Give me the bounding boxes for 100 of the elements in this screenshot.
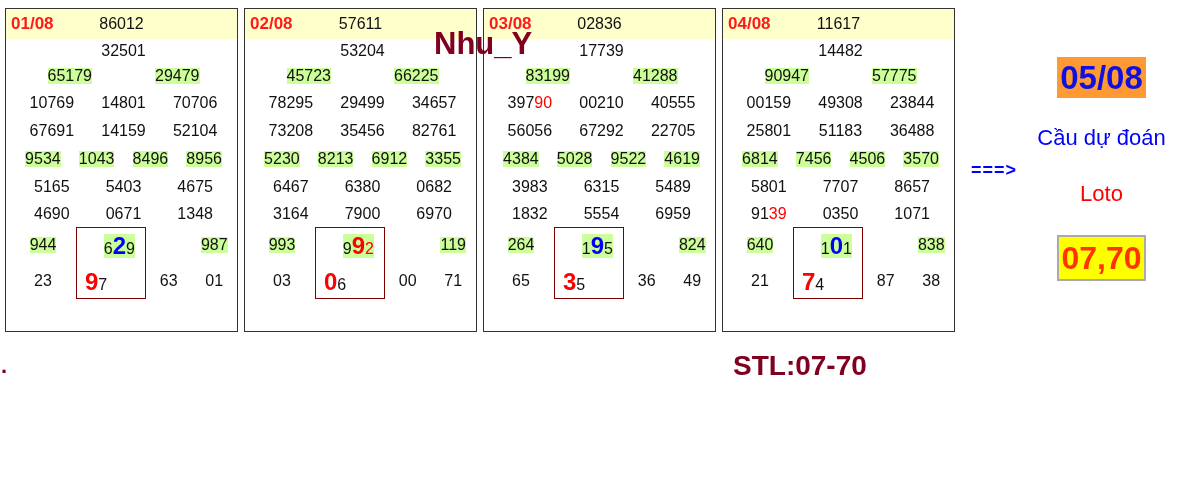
arrow-text: ===> bbox=[971, 159, 1018, 181]
number: 00159 bbox=[746, 95, 792, 111]
number: 1832 bbox=[512, 205, 548, 222]
number: 41288 bbox=[633, 68, 678, 84]
number: 6814 bbox=[742, 151, 778, 167]
number: 993 bbox=[268, 237, 296, 253]
number: 8657 bbox=[894, 179, 930, 195]
number: 8496 bbox=[132, 151, 169, 167]
number: 02836 bbox=[577, 16, 622, 32]
number: 22705 bbox=[650, 123, 696, 139]
number: 3164 bbox=[273, 205, 309, 222]
number: 3570 bbox=[903, 151, 939, 167]
number: 5230 bbox=[264, 151, 300, 167]
number: 35 bbox=[563, 270, 586, 294]
number: 63 bbox=[159, 273, 178, 289]
number: 52104 bbox=[172, 123, 218, 139]
number: 21 bbox=[751, 273, 769, 289]
number: 78295 bbox=[268, 95, 314, 111]
type-label: Loto bbox=[1080, 181, 1123, 207]
number: 1043 bbox=[78, 151, 115, 167]
predicted-numbers: 07,70 bbox=[1057, 235, 1146, 281]
number: 34657 bbox=[411, 95, 457, 111]
number: 90947 bbox=[764, 68, 809, 84]
number: 101 bbox=[820, 234, 852, 258]
number: 38 bbox=[922, 273, 941, 289]
number: 6970 bbox=[416, 205, 452, 222]
number: 4619 bbox=[664, 151, 700, 167]
number: 29499 bbox=[340, 95, 385, 111]
number: 0682 bbox=[416, 179, 452, 195]
number: 97 bbox=[85, 270, 108, 294]
number: 00210 bbox=[579, 95, 624, 111]
number: 11617 bbox=[816, 16, 861, 32]
number: 0671 bbox=[105, 205, 142, 222]
number: 25801 bbox=[746, 123, 792, 139]
number: 14159 bbox=[101, 123, 146, 139]
number: 5489 bbox=[655, 179, 691, 195]
number: 6380 bbox=[344, 179, 381, 195]
number: 824 bbox=[678, 237, 706, 253]
number: 944 bbox=[29, 237, 57, 253]
number: 01 bbox=[205, 273, 224, 289]
number: 67292 bbox=[579, 123, 624, 139]
number: 838 bbox=[917, 237, 945, 253]
number: 5165 bbox=[34, 179, 70, 195]
number: 49 bbox=[683, 273, 702, 289]
number: 83199 bbox=[525, 68, 570, 84]
number: 195 bbox=[581, 234, 613, 258]
number: 17739 bbox=[579, 43, 624, 59]
number: 56056 bbox=[507, 123, 553, 139]
number: 987 bbox=[200, 237, 228, 253]
number: 4384 bbox=[503, 151, 539, 167]
number: 49308 bbox=[818, 95, 863, 111]
number: 14482 bbox=[818, 43, 863, 59]
dot-mark: . bbox=[0, 353, 9, 379]
number: 29479 bbox=[155, 68, 200, 84]
date-label: 04/08 bbox=[727, 14, 771, 34]
number: 06 bbox=[324, 270, 347, 294]
number: 119 bbox=[440, 237, 466, 253]
prediction-label: Cầu dự đoán bbox=[1037, 125, 1166, 151]
number: 3355 bbox=[425, 151, 461, 167]
number: 0350 bbox=[822, 205, 859, 222]
number: 87 bbox=[876, 273, 895, 289]
number: 8213 bbox=[317, 151, 354, 167]
number: 6912 bbox=[371, 151, 408, 167]
number: 7707 bbox=[822, 179, 859, 195]
number: 9522 bbox=[610, 151, 647, 167]
number: 8956 bbox=[186, 151, 222, 167]
number: 65179 bbox=[47, 68, 92, 84]
number: 23 bbox=[34, 273, 52, 289]
number: 640 bbox=[746, 237, 774, 253]
number: 57611 bbox=[338, 16, 383, 32]
number: 5554 bbox=[583, 205, 620, 222]
number: 40555 bbox=[650, 95, 696, 111]
number: 36 bbox=[637, 273, 656, 289]
number: 9139 bbox=[751, 205, 787, 222]
number: 45723 bbox=[286, 68, 331, 84]
number: 9534 bbox=[25, 151, 61, 167]
number: 6315 bbox=[583, 179, 620, 195]
number: 4690 bbox=[34, 205, 70, 222]
number: 992 bbox=[342, 234, 374, 258]
number: 66225 bbox=[394, 68, 439, 84]
number: 51183 bbox=[818, 123, 863, 139]
number: 82761 bbox=[411, 123, 457, 139]
number: 35456 bbox=[340, 123, 385, 139]
number: 86012 bbox=[99, 16, 144, 32]
number: 36488 bbox=[889, 123, 935, 139]
number: 6467 bbox=[273, 179, 309, 195]
number: 65 bbox=[512, 273, 530, 289]
number: 32501 bbox=[101, 43, 146, 59]
number: 7900 bbox=[344, 205, 381, 222]
number: 53204 bbox=[340, 43, 385, 59]
number: 10769 bbox=[29, 95, 75, 111]
number: 74 bbox=[802, 270, 825, 294]
number: 71 bbox=[444, 273, 463, 289]
number: 1348 bbox=[177, 205, 213, 222]
date-label: 02/08 bbox=[249, 14, 293, 34]
number: 00 bbox=[398, 273, 417, 289]
number: 73208 bbox=[268, 123, 314, 139]
number: 4675 bbox=[177, 179, 213, 195]
number: 7456 bbox=[795, 151, 832, 167]
number: 5801 bbox=[751, 179, 787, 195]
